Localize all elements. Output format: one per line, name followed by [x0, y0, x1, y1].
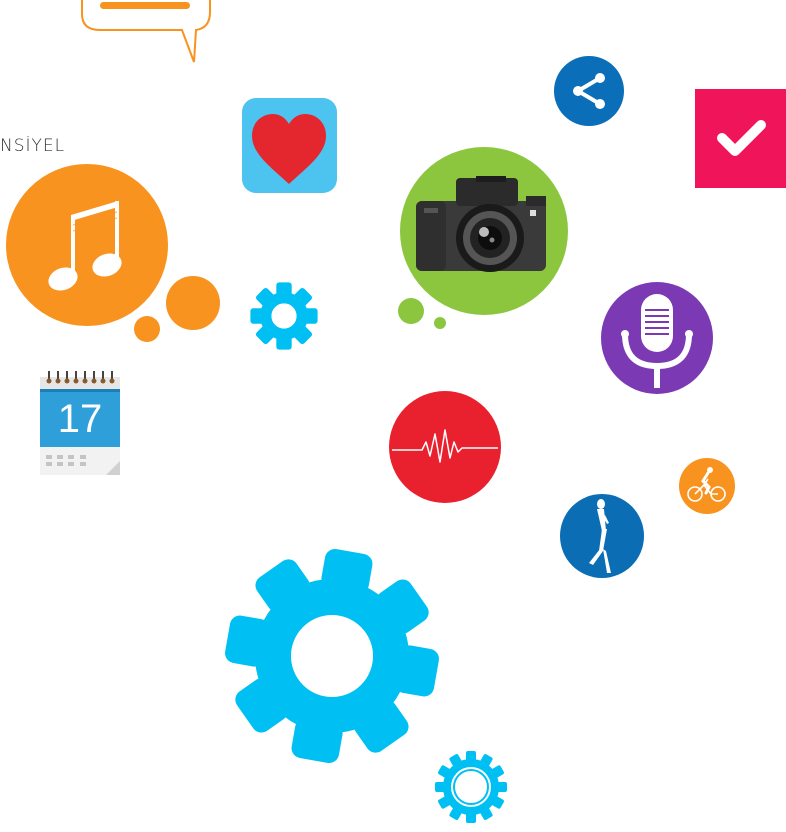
gear-icon[interactable] [221, 545, 443, 767]
calendar-day-number: 17 [57, 397, 103, 441]
microphone-icon[interactable] [601, 282, 713, 394]
speech-bubble-icon [81, 0, 211, 63]
music-note-icon[interactable] [5, 163, 225, 345]
gear-icon[interactable] [434, 750, 508, 824]
camera-icon[interactable] [396, 146, 571, 331]
heart-icon[interactable] [242, 98, 337, 193]
heartbeat-icon[interactable] [388, 390, 502, 504]
checkmark-icon[interactable] [695, 89, 786, 188]
share-icon[interactable] [553, 55, 625, 127]
partial-heading-text: NSİYEL [0, 136, 66, 156]
cyclist-icon[interactable] [678, 457, 736, 515]
calendar-icon[interactable]: 17 [40, 371, 122, 476]
gear-icon[interactable] [249, 281, 319, 351]
walking-person-icon[interactable] [559, 493, 645, 579]
